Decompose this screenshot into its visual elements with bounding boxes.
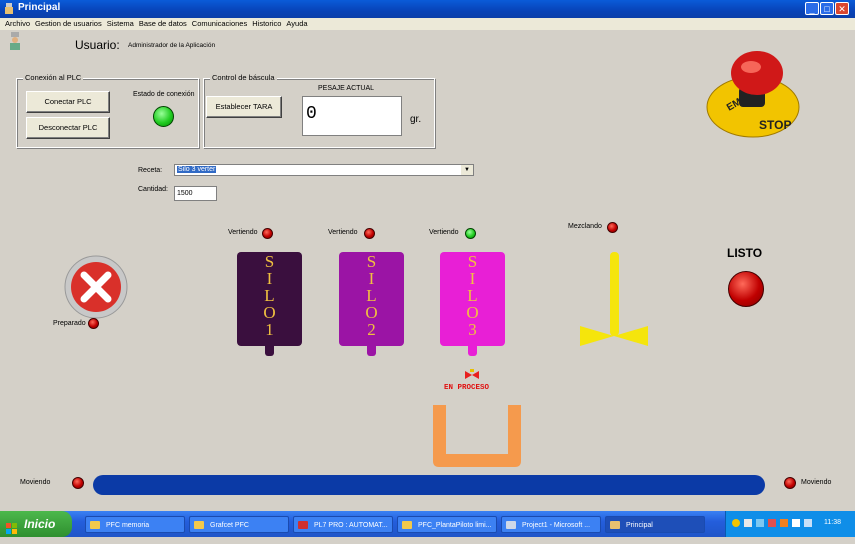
silo2-status-label: Vertiendo <box>328 229 358 236</box>
silo3-letter-5: 3 <box>468 320 477 339</box>
menu-gestion-usuarios[interactable]: Gestion de usuarios <box>35 18 102 30</box>
disconnect-plc-button[interactable]: Desconectar PLC <box>26 117 110 139</box>
silo2-status-lamp <box>364 228 375 239</box>
window-title: Principal <box>18 2 61 13</box>
ready-lamp <box>728 271 764 307</box>
maximize-button[interactable]: □ <box>820 2 834 15</box>
title-bar: Principal _ □ ✕ <box>0 0 855 18</box>
taskbar-item-label: PL7 PRO : AUTOMAT... <box>314 522 388 529</box>
menu-ayuda[interactable]: Ayuda <box>286 18 307 30</box>
quantity-label: Cantidad: <box>138 186 168 193</box>
taskbar-item-project1[interactable]: Project1 - Microsoft ... <box>501 516 601 533</box>
clock: 11:38 <box>824 519 841 526</box>
scale-group-legend: Control de báscula <box>210 73 277 82</box>
start-button[interactable]: Inicio <box>0 511 72 537</box>
prepared-lamp <box>88 318 99 329</box>
taskbar-item-label: Grafcet PFC <box>210 522 249 529</box>
silo1-status-label: Vertiendo <box>228 229 258 236</box>
minimize-button[interactable]: _ <box>805 2 819 15</box>
menu-sistema[interactable]: Sistema <box>107 18 134 30</box>
set-tare-button[interactable]: Establecer TARA <box>206 96 282 118</box>
hopper <box>433 405 521 467</box>
tray-antivirus-icon[interactable] <box>768 519 776 527</box>
chevron-down-icon[interactable]: ▼ <box>461 165 473 175</box>
silo-3: S I L O 3 <box>440 252 505 346</box>
conveyor-left-lamp <box>72 477 84 489</box>
connect-plc-button[interactable]: Conectar PLC <box>26 91 110 113</box>
menu-historico[interactable]: Historico <box>252 18 281 30</box>
plc-group-legend: Conexión al PLC <box>23 73 84 82</box>
mixer-status-label: Mezclando <box>568 223 602 230</box>
vb-project-icon <box>506 521 516 529</box>
silo-2: S I L O 2 <box>339 252 404 346</box>
weight-unit: gr. <box>410 114 422 125</box>
taskbar-item-principal[interactable]: Principal <box>605 516 705 533</box>
silo3-status-label: Vertiendo <box>429 229 459 236</box>
windows-flag-icon <box>6 518 18 534</box>
tray-window-icon[interactable] <box>792 519 800 527</box>
emergency-stop-button[interactable]: EMER STOP <box>701 47 805 139</box>
valve-icon <box>465 369 479 381</box>
menu-bar: Archivo Gestion de usuarios Sistema Base de… <box>0 18 855 30</box>
recipe-label: Receta: <box>138 167 163 174</box>
user-value: Administrador de la Aplicación <box>128 42 216 49</box>
tray-volume-icon[interactable] <box>804 519 812 527</box>
folder-icon <box>90 521 100 529</box>
quantity-input[interactable]: 1500 <box>174 186 217 201</box>
conveyor-left-label: Moviendo <box>20 479 51 486</box>
menu-archivo[interactable]: Archivo <box>5 18 30 30</box>
taskbar-item-grafcet[interactable]: Grafcet PFC <box>189 516 289 533</box>
conveyor-right-label: Moviendo <box>801 479 832 486</box>
silo2-letter-5: 2 <box>367 320 376 339</box>
user-label: Usuario: <box>75 38 120 52</box>
tray-app-icon[interactable] <box>780 519 788 527</box>
taskbar-item-label: Principal <box>626 522 653 529</box>
current-weight-label: PESAJE ACTUAL <box>318 85 375 92</box>
svg-text:STOP: STOP <box>759 118 791 132</box>
mixer-agitator <box>578 248 650 348</box>
taskbar-item-planta-piloto[interactable]: PFC_PlantaPiloto limi... <box>397 516 497 533</box>
silo3-status-lamp <box>465 228 476 239</box>
silo-1: S I L O 1 <box>237 252 302 346</box>
tray-shield-icon[interactable] <box>732 519 740 527</box>
taskbar-item-label: PFC memoria <box>106 522 150 529</box>
silo3-outlet <box>468 346 477 356</box>
user-icon <box>8 32 22 50</box>
cancel-icon[interactable] <box>63 254 129 320</box>
recipe-select[interactable]: Silo 3 verter ▼ <box>174 164 474 176</box>
mixer-status-lamp <box>607 222 618 233</box>
connection-status-lamp <box>153 106 174 127</box>
ready-label: LISTO <box>727 246 763 260</box>
silo1-outlet <box>265 346 274 356</box>
folder-icon <box>402 521 412 529</box>
silo2-outlet <box>367 346 376 356</box>
system-tray: 11:38 <box>725 511 855 537</box>
prepared-label: Preparado <box>53 320 86 327</box>
app-icon <box>610 521 620 529</box>
current-weight-display: 0 <box>302 96 402 136</box>
folder-icon <box>194 521 204 529</box>
taskbar-item-label: PFC_PlantaPiloto limi... <box>418 522 492 529</box>
menu-base-datos[interactable]: Base de datos <box>139 18 187 30</box>
close-button[interactable]: ✕ <box>835 2 849 15</box>
silo1-letter-5: 1 <box>265 320 274 339</box>
tray-pen-icon[interactable] <box>744 519 752 527</box>
recipe-select-value: Silo 3 verter <box>177 166 217 173</box>
menu-comunicaciones[interactable]: Comunicaciones <box>192 18 247 30</box>
taskbar-item-pfc-memoria[interactable]: PFC memoria <box>85 516 185 533</box>
taskbar-item-label: Project1 - Microsoft ... <box>522 522 591 529</box>
tray-network-icon[interactable] <box>756 519 764 527</box>
connection-status-label: Estado de conexión <box>133 91 195 98</box>
app-icon <box>4 3 14 14</box>
conveyor-belt <box>93 475 765 495</box>
taskbar-item-pl7[interactable]: PL7 PRO : AUTOMAT... <box>293 516 393 533</box>
conveyor-right-lamp <box>784 477 796 489</box>
silo1-status-lamp <box>262 228 273 239</box>
pl7-icon <box>298 521 308 529</box>
process-label: EN PROCESO <box>444 384 490 392</box>
start-label: Inicio <box>24 517 56 531</box>
